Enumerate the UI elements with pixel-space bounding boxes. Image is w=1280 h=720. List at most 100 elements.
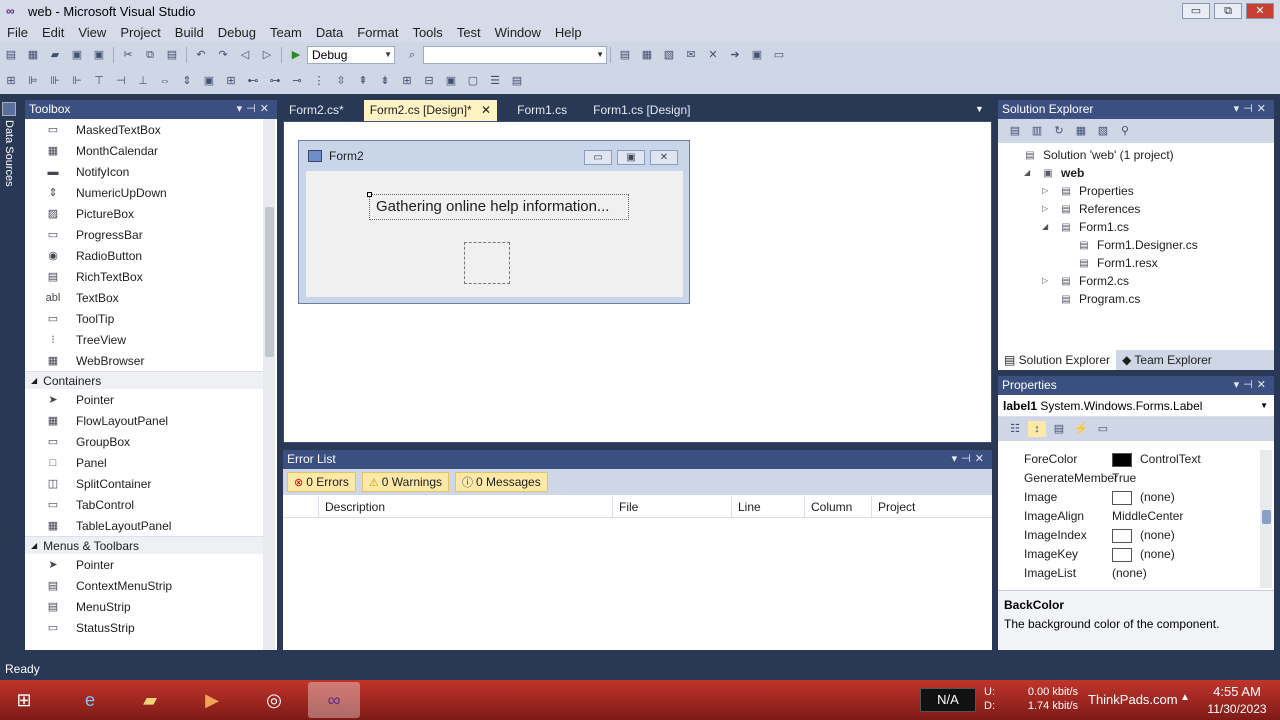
- property-row[interactable]: ForeColor ControlText: [998, 450, 1260, 469]
- show-all-files-icon[interactable]: ▥: [1028, 123, 1046, 139]
- tree-node[interactable]: ▤ Form1.resx: [1060, 254, 1157, 272]
- view-designer-icon[interactable]: ▧: [1094, 123, 1112, 139]
- copy-icon[interactable]: ⧉: [141, 47, 159, 63]
- toolbox-item[interactable]: ▦ TableLayoutPanel: [25, 515, 263, 536]
- property-value[interactable]: True: [1110, 469, 1260, 488]
- solution-explorer-icon[interactable]: ▤: [616, 47, 634, 63]
- expander-icon[interactable]: ◢: [1024, 164, 1036, 182]
- align-centers-icon[interactable]: ⊪: [46, 73, 64, 89]
- toolbox-item[interactable]: ▭ TabControl: [25, 494, 263, 515]
- new-project-icon[interactable]: ▤: [2, 47, 20, 63]
- property-row[interactable]: GenerateMember True: [998, 469, 1260, 488]
- property-value[interactable]: (none): [1110, 545, 1260, 564]
- cut-icon[interactable]: ✂: [119, 47, 137, 63]
- properties-scrollbar[interactable]: [1260, 450, 1272, 588]
- tools-icon[interactable]: ✕: [704, 47, 722, 63]
- extension-icon[interactable]: ➔: [726, 47, 744, 63]
- menu-format[interactable]: Format: [350, 25, 405, 40]
- file-explorer-icon[interactable]: ▰: [124, 682, 176, 718]
- make-same-height-icon[interactable]: ⇕: [178, 73, 196, 89]
- paste-icon[interactable]: ▤: [163, 47, 181, 63]
- errors-filter-button[interactable]: ⊗ 0 Errors: [287, 472, 356, 492]
- make-same-size-icon[interactable]: ▣: [200, 73, 218, 89]
- menu-data[interactable]: Data: [309, 25, 350, 40]
- expander-icon[interactable]: ▷: [1042, 272, 1054, 290]
- tree-node[interactable]: ◢ ▣ web: [1024, 164, 1084, 182]
- center-vertically-icon[interactable]: ⊟: [420, 73, 438, 89]
- restore-button[interactable]: ⧉: [1214, 3, 1242, 19]
- align-bottoms-icon[interactable]: ⊥: [134, 73, 152, 89]
- toolbox-icon[interactable]: ✉: [682, 47, 700, 63]
- configuration-select[interactable]: Debug ▼: [307, 46, 395, 64]
- column-header-line[interactable]: Line: [732, 496, 805, 518]
- size-to-grid-icon[interactable]: ⊞: [222, 73, 240, 89]
- toolbox-item[interactable]: abl TextBox: [25, 287, 263, 308]
- toolbox-item[interactable]: ▬ NotifyIcon: [25, 161, 263, 182]
- decrease-vertical-spacing-icon[interactable]: ⇟: [376, 73, 394, 89]
- align-rights-icon[interactable]: ⊩: [68, 73, 86, 89]
- messages-filter-button[interactable]: ⓘ 0 Messages: [455, 472, 548, 492]
- toolbox-item[interactable]: ▦ WebBrowser: [25, 350, 263, 371]
- menu-file[interactable]: File: [0, 25, 35, 40]
- document-tab[interactable]: Form1.cs: [511, 100, 573, 121]
- warnings-filter-button[interactable]: ⚠ 0 Warnings: [361, 472, 450, 492]
- object-selector[interactable]: label1 System.Windows.Forms.Label ▼: [998, 395, 1274, 417]
- toolbox-category[interactable]: ◢ Containers: [25, 371, 263, 389]
- center-horizontally-icon[interactable]: ⊞: [398, 73, 416, 89]
- menu-edit[interactable]: Edit: [35, 25, 71, 40]
- find-icon[interactable]: ⌕: [403, 47, 421, 63]
- toolbox-category[interactable]: ◢ Menus & Toolbars: [25, 536, 263, 554]
- minimize-button[interactable]: ▭: [1182, 3, 1210, 19]
- close-tab-icon[interactable]: ✕: [478, 103, 491, 117]
- class-diagram-icon[interactable]: ⚲: [1116, 123, 1134, 139]
- bring-to-front-icon[interactable]: ▣: [442, 73, 460, 89]
- toolbox-item[interactable]: □ Panel: [25, 452, 263, 473]
- tree-node[interactable]: ▷ ▤ Properties: [1042, 182, 1134, 200]
- increase-spacing-icon[interactable]: ⊶: [266, 73, 284, 89]
- clock-time[interactable]: 4:55 AM: [1200, 684, 1274, 699]
- navigate-back-icon[interactable]: ◁: [236, 47, 254, 63]
- start-debugging-icon[interactable]: ▶: [287, 47, 305, 63]
- data-sources-side-tab[interactable]: Data Sources: [0, 98, 20, 658]
- selection-handle[interactable]: [367, 192, 372, 197]
- command-window-icon[interactable]: ▭: [770, 47, 788, 63]
- open-file-icon[interactable]: ▰: [46, 47, 64, 63]
- tree-node[interactable]: ▷ ▤ References: [1042, 200, 1140, 218]
- find-combo[interactable]: ▼: [423, 46, 607, 64]
- redo-icon[interactable]: ↷: [214, 47, 232, 63]
- property-value[interactable]: (none): [1110, 564, 1260, 583]
- toolbox-item[interactable]: ➤ Pointer: [25, 554, 263, 575]
- send-to-back-icon[interactable]: ▢: [464, 73, 482, 89]
- tree-node[interactable]: ▷ ▤ Form2.cs: [1042, 272, 1129, 290]
- document-tab[interactable]: Form2.cs*: [283, 100, 350, 121]
- expander-icon[interactable]: ◢: [1042, 218, 1054, 236]
- tab-team-explorer[interactable]: ◆ Team Explorer: [1116, 350, 1218, 370]
- column-header-column[interactable]: Column: [805, 496, 872, 518]
- column-header-description[interactable]: Description: [319, 496, 613, 518]
- tree-node[interactable]: ▤ Program.cs: [1042, 290, 1140, 308]
- alphabetical-icon[interactable]: ↕: [1028, 421, 1046, 437]
- events-icon[interactable]: ⚡: [1072, 421, 1090, 437]
- property-row[interactable]: Image (none): [998, 488, 1260, 507]
- clock-date[interactable]: 11/30/2023: [1200, 702, 1274, 716]
- column-header-icon[interactable]: [283, 496, 319, 518]
- toolbox-item[interactable]: ▭ ToolTip: [25, 308, 263, 329]
- internet-explorer-icon[interactable]: e: [64, 682, 116, 718]
- menu-test[interactable]: Test: [450, 25, 488, 40]
- increase-vertical-spacing-icon[interactable]: ⇞: [354, 73, 372, 89]
- menu-debug[interactable]: Debug: [211, 25, 263, 40]
- property-pages-icon[interactable]: ▤: [1050, 421, 1068, 437]
- horizontal-spacing-icon[interactable]: ⊷: [244, 73, 262, 89]
- column-header-file[interactable]: File: [613, 496, 732, 518]
- media-player-icon[interactable]: ▶: [186, 682, 238, 718]
- lock-controls-icon[interactable]: ▤: [508, 73, 526, 89]
- start-page-icon[interactable]: ▣: [748, 47, 766, 63]
- toolbox-item[interactable]: ▤ MenuStrip: [25, 596, 263, 617]
- document-tab[interactable]: Form2.cs [Design]* ✕: [363, 100, 498, 121]
- scrollbar-thumb[interactable]: [1262, 510, 1271, 524]
- property-value[interactable]: (none): [1110, 526, 1260, 545]
- menu-view[interactable]: View: [71, 25, 113, 40]
- start-button-icon[interactable]: ⊞: [2, 682, 46, 718]
- document-tab[interactable]: Form1.cs [Design]: [587, 100, 696, 121]
- toolbox-item[interactable]: ▭ MaskedTextBox: [25, 119, 263, 140]
